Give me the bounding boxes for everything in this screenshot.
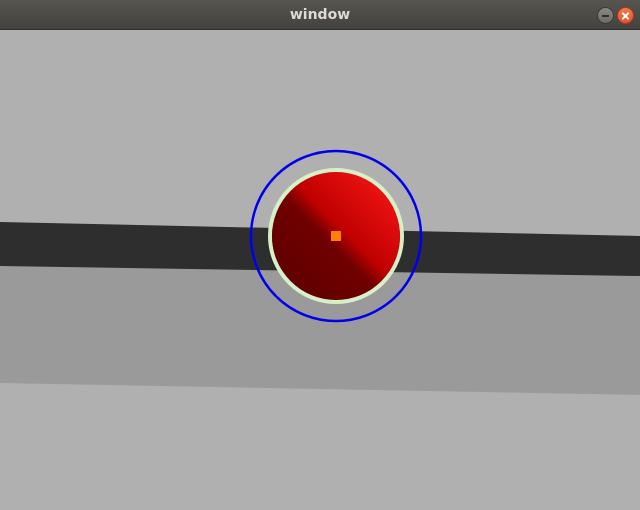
- close-icon[interactable]: [617, 7, 634, 24]
- render-canvas[interactable]: [0, 30, 640, 510]
- app-window: window: [0, 0, 640, 510]
- title-bar[interactable]: window: [0, 0, 640, 30]
- window-title: window: [289, 7, 351, 23]
- center-marker: [331, 231, 341, 241]
- minimize-icon[interactable]: [597, 7, 614, 24]
